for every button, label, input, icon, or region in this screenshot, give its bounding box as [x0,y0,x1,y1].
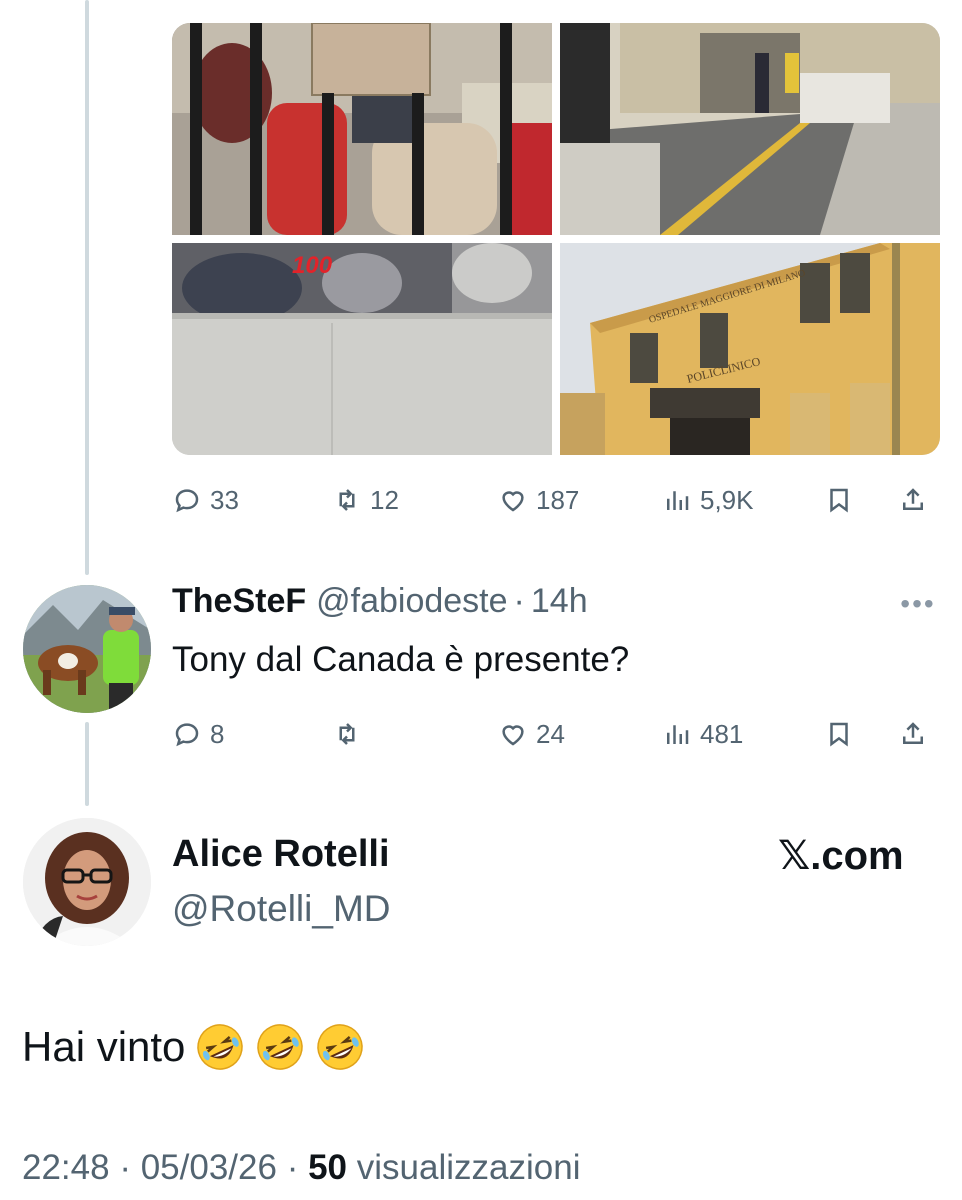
views-count: 5,9K [700,484,754,515]
bookmark-icon [830,722,848,747]
reply-icon [175,489,199,513]
reply-header: TheSteF @fabiodeste · 14h [172,582,588,626]
repost-count: 12 [370,484,399,515]
like-count: 187 [536,484,580,515]
avatar-alice-image [23,818,151,946]
quoted-post-actions: 33 12 187 5,9K [172,480,940,520]
repost-icon [339,723,355,745]
share-button[interactable] [898,480,928,520]
post-text: Hai vinto [22,1022,365,1072]
post-date[interactable]: 05/03/26 [141,1148,277,1187]
reply-icon [175,723,199,747]
photo-queue-wall[interactable]: 100 [172,243,552,455]
photo-queue-fence[interactable] [172,23,552,235]
post-time[interactable]: 22:48 [22,1148,110,1187]
thread-line-top [85,0,89,575]
views-count: 50 [308,1148,348,1187]
bookmark-button[interactable] [824,714,854,754]
separator-dot: · [513,582,525,620]
avatar-thestef-image [23,585,151,713]
reply-text: Tony dal Canada è presente? [172,640,630,679]
share-icon [903,722,923,744]
photo-policlinico-building[interactable]: OSPEDALE MAGGIORE DI MILANO POLICLINICO [560,243,940,455]
reply-count: 8 [210,718,225,749]
separator-dot: · [119,1148,131,1187]
more-options-icon[interactable]: ••• [896,588,940,619]
repost-button[interactable] [332,714,370,754]
sticker-100-icon: 100 [292,252,333,279]
rolling-on-floor-laughing-icon [195,1022,245,1072]
like-button[interactable]: 24 [498,714,565,754]
reply-button[interactable]: 33 [172,480,239,520]
x-logo-watermark: 𝕏.com [778,834,904,878]
views-button[interactable]: 481 [662,714,743,754]
views-count: 481 [700,718,744,749]
reply-actions: 8 24 481 [172,714,940,754]
heart-icon [502,725,524,746]
share-button[interactable] [898,714,928,754]
heart-icon [502,491,524,512]
repost-icon [339,489,355,511]
reply-button[interactable]: 8 [172,714,224,754]
separator-dot: · [286,1148,299,1187]
media-grid[interactable]: 100 OSPEDALE MAGGIORE DI MILANO POLICLIN… [172,23,940,455]
reply-display-name[interactable]: TheSteF [172,582,306,621]
reply-count: 33 [210,484,239,515]
author-handle[interactable]: @Rotelli_MD [172,888,391,930]
analytics-icon [667,491,689,510]
bookmark-button[interactable] [824,480,854,520]
post-text-body: Hai vinto [22,1023,186,1070]
views-label: visualizzazioni [356,1148,581,1187]
like-count: 24 [536,718,565,749]
post-meta: 22:48 · 05/03/26 · 50 visualizzazioni [22,1148,580,1188]
repost-button[interactable]: 12 [332,480,399,520]
reply-handle[interactable]: @fabiodeste [316,582,507,621]
thread-line-bottom [85,722,89,806]
like-button[interactable]: 187 [498,480,579,520]
bookmark-icon [830,488,848,513]
avatar[interactable] [23,818,151,946]
avatar[interactable] [23,585,151,713]
analytics-icon [667,725,689,744]
photo-hospital-entrance[interactable] [560,23,940,235]
reply-time[interactable]: 14h [531,582,588,621]
rolling-on-floor-laughing-icon [255,1022,305,1072]
share-icon [903,488,923,510]
views-button[interactable]: 5,9K [662,480,754,520]
rolling-on-floor-laughing-icon [315,1022,365,1072]
author-display-name[interactable]: Alice Rotelli [172,833,390,876]
